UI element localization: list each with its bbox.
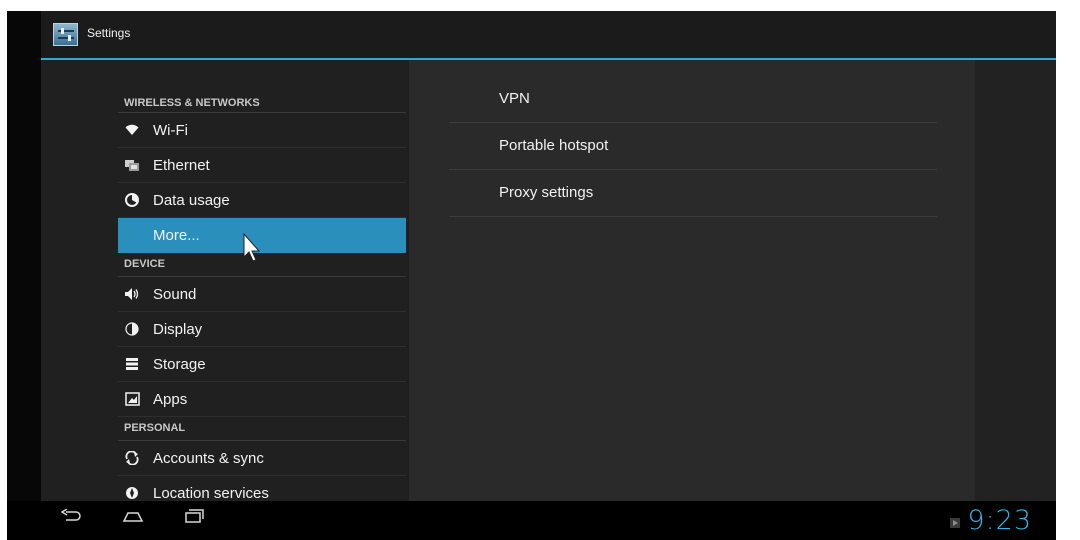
app-title: Settings: [87, 26, 131, 40]
settings-item-label: Wi-Fi: [153, 122, 188, 139]
sync-icon: [124, 450, 140, 466]
settings-item-label: Accounts & sync: [153, 450, 264, 467]
pref-item-vpn[interactable]: VPN: [449, 76, 937, 123]
display-icon: [124, 321, 140, 337]
settings-content: WIRELESS & NETWORKS Wi-Fi Ethernet Data …: [41, 60, 1056, 502]
section-header-personal: PERSONAL: [118, 417, 406, 441]
apps-icon: [124, 391, 140, 407]
settings-item-label: Ethernet: [153, 157, 210, 174]
settings-item-label: Sound: [153, 286, 197, 303]
action-bar: Settings: [41, 11, 1056, 58]
settings-headers-list[interactable]: WIRELESS & NETWORKS Wi-Fi Ethernet Data …: [41, 60, 407, 502]
mouse-cursor-icon: [243, 232, 263, 268]
ethernet-icon: [124, 157, 140, 173]
recent-apps-icon: [185, 509, 204, 523]
back-button[interactable]: [60, 508, 81, 528]
pref-item-portable-hotspot[interactable]: Portable hotspot: [449, 123, 937, 170]
settings-item-label: More...: [153, 227, 200, 244]
recent-apps-button[interactable]: [184, 509, 204, 528]
home-icon: [122, 512, 144, 522]
storage-icon: [124, 356, 140, 372]
settings-detail-pane: VPN Portable hotspot Proxy settings: [409, 60, 975, 501]
home-button[interactable]: [122, 509, 144, 528]
settings-item-label: Location services: [153, 485, 269, 502]
pref-item-label: Proxy settings: [499, 184, 594, 201]
settings-item-storage[interactable]: Storage: [118, 347, 406, 382]
settings-item-sound[interactable]: Sound: [118, 277, 406, 312]
back-icon: [60, 508, 81, 521]
pref-item-proxy-settings[interactable]: Proxy settings: [449, 170, 937, 217]
settings-item-data-usage[interactable]: Data usage: [118, 183, 406, 218]
settings-item-apps[interactable]: Apps: [118, 382, 406, 417]
speaker-icon: [124, 286, 140, 302]
pref-item-label: VPN: [499, 90, 530, 107]
right-margin: [975, 60, 1056, 501]
pref-item-label: Portable hotspot: [499, 137, 609, 154]
notification-icon[interactable]: [950, 515, 960, 533]
settings-app-icon[interactable]: [53, 23, 78, 46]
location-icon: [124, 485, 140, 501]
settings-item-accounts-sync[interactable]: Accounts & sync: [118, 441, 406, 476]
section-header-wireless: WIRELESS & NETWORKS: [118, 89, 406, 113]
settings-item-ethernet[interactable]: Ethernet: [118, 148, 406, 183]
settings-item-label: Display: [153, 321, 203, 338]
settings-item-wifi[interactable]: Wi-Fi: [118, 113, 406, 148]
settings-item-label: Apps: [153, 391, 188, 408]
data-usage-icon: [124, 192, 140, 208]
system-navigation-bar: 9:23: [7, 501, 1056, 540]
settings-item-label: Data usage: [153, 192, 230, 209]
status-clock: 9:23: [967, 505, 1032, 536]
android-screen: Settings WIRELESS & NETWORKS Wi-Fi Ether…: [7, 11, 1056, 540]
wifi-icon: [124, 122, 140, 138]
settings-item-display[interactable]: Display: [118, 312, 406, 347]
settings-item-label: Storage: [153, 356, 206, 373]
